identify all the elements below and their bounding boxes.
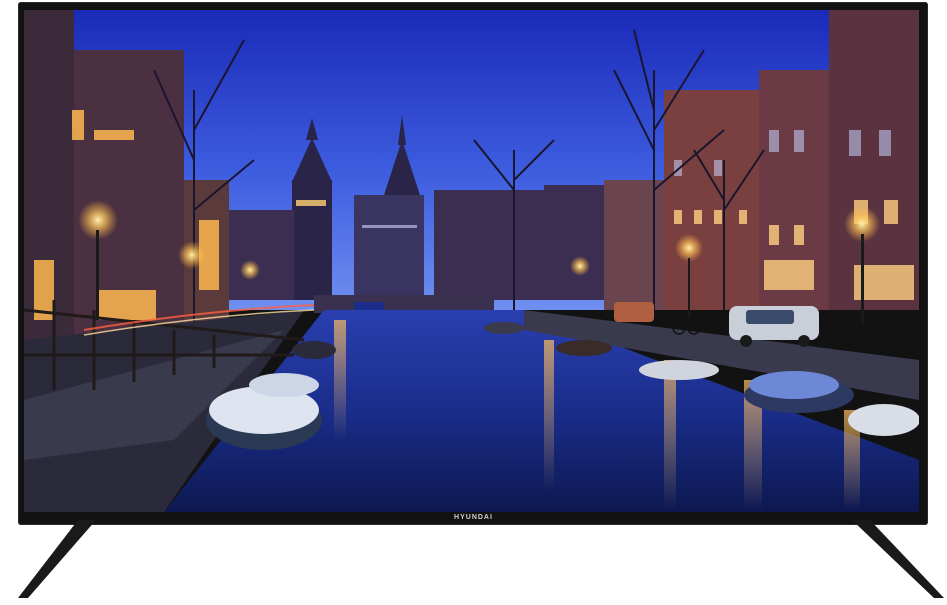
canal-night-scene <box>24 10 919 512</box>
left-stand-leg <box>18 520 96 598</box>
tv-stand <box>18 520 944 598</box>
right-stand-leg <box>852 520 944 598</box>
tv-screen <box>24 10 919 512</box>
